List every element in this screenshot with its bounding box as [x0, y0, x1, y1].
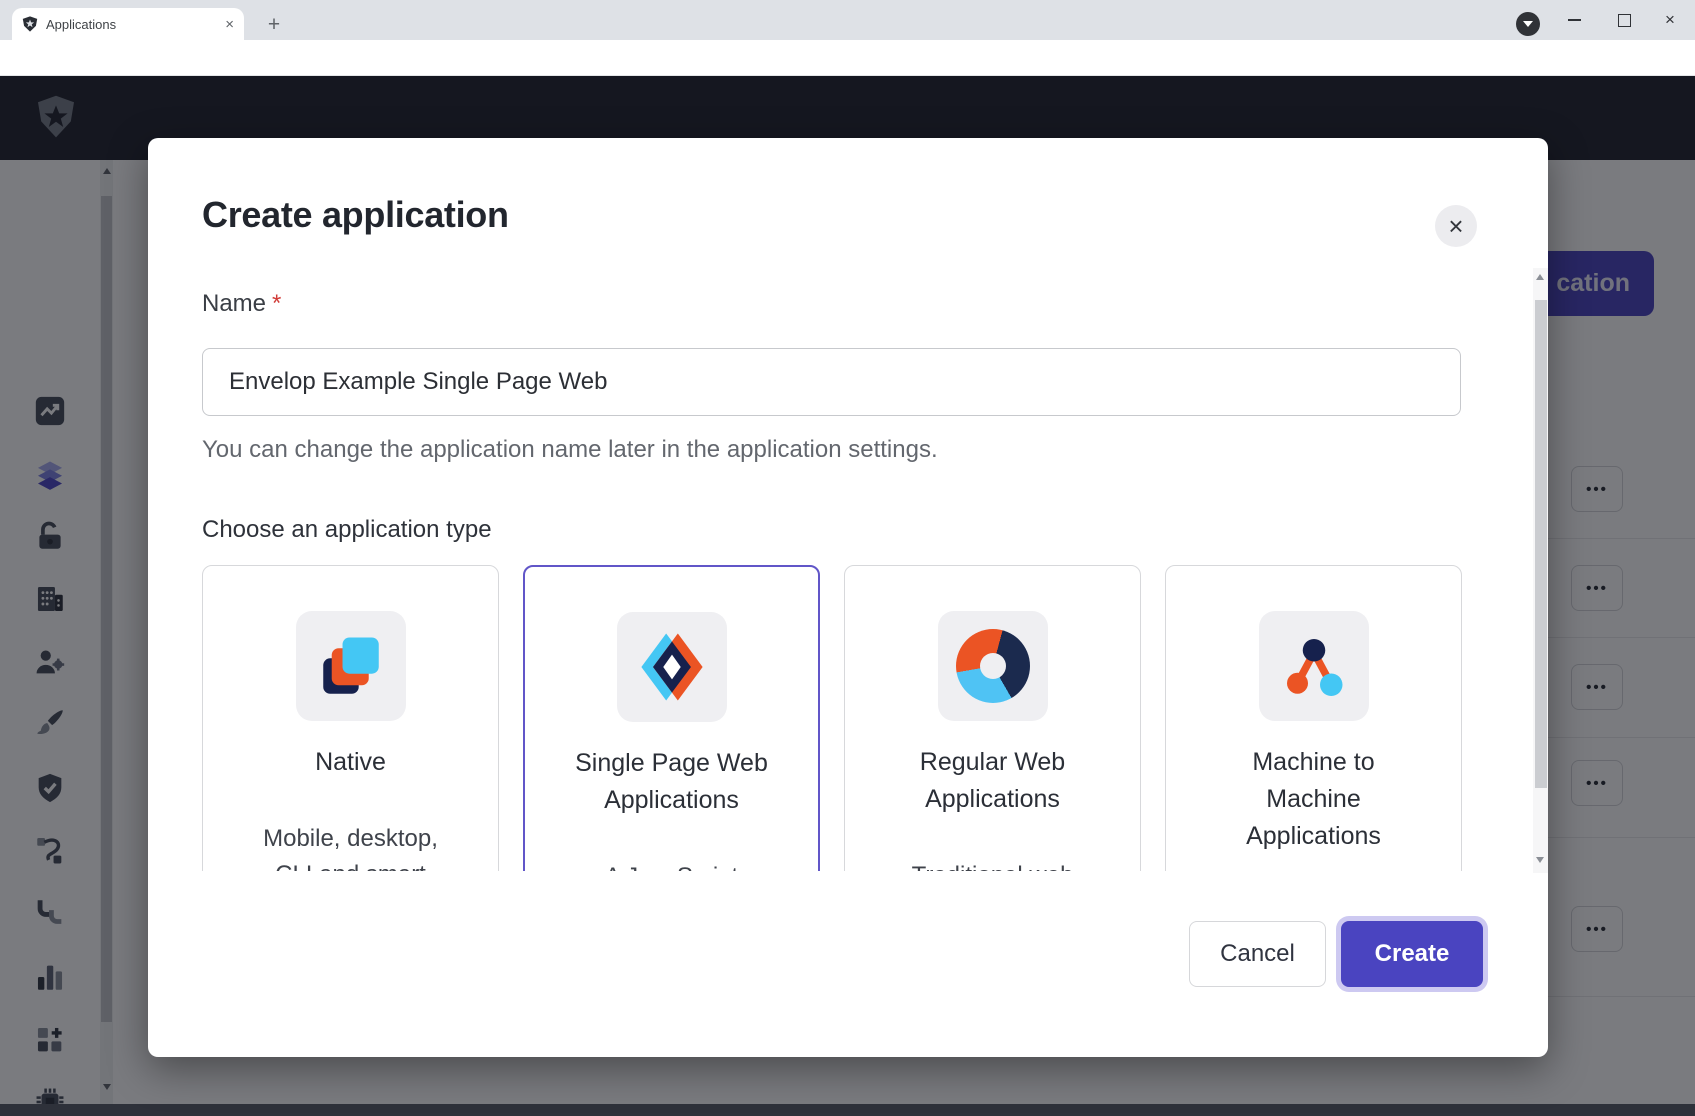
window-close-button[interactable]: × [1652, 6, 1688, 34]
create-application-modal: Create application × Name* You can chang… [148, 138, 1548, 1057]
regular-web-app-icon [938, 611, 1048, 721]
application-type-options: Native Mobile, desktop, CLI and smart Si… [202, 565, 1462, 871]
card-title: Single Page Web Applications [575, 745, 768, 819]
modal-title: Create application [202, 194, 509, 236]
tab-close-icon[interactable]: × [225, 17, 234, 32]
modal-scrollbar-thumb[interactable] [1535, 300, 1547, 788]
name-label: Name* [202, 290, 281, 318]
single-page-app-icon [617, 612, 727, 722]
app-type-card-m2m[interactable]: Machine to Machine Applications [1165, 565, 1462, 871]
native-icon [296, 611, 406, 721]
application-type-heading: Choose an application type [202, 516, 492, 544]
card-title: Machine to Machine Applications [1246, 744, 1381, 855]
required-asterisk: * [272, 290, 281, 317]
create-button[interactable]: Create [1341, 921, 1483, 987]
app-type-card-native[interactable]: Native Mobile, desktop, CLI and smart [202, 565, 499, 871]
chrome-update-icon[interactable] [1516, 12, 1540, 36]
card-title: Native [315, 744, 386, 781]
browser-tab[interactable]: Applications × [12, 8, 244, 40]
modal-scroll-area: Name* You can change the application nam… [148, 268, 1534, 871]
card-title: Regular Web Applications [920, 744, 1065, 818]
card-description: A JavaScript [605, 859, 738, 871]
modal-scroll-up-icon[interactable] [1536, 274, 1544, 280]
window-maximize-button[interactable] [1606, 6, 1642, 34]
app-type-card-regular-web[interactable]: Regular Web Applications Traditional web [844, 565, 1141, 871]
modal-close-button[interactable]: × [1435, 205, 1477, 247]
tab-title: Applications [46, 17, 225, 32]
screen: Applications × + × ← → manage.auth0.com/… [0, 0, 1695, 1116]
cancel-button[interactable]: Cancel [1189, 921, 1326, 987]
machine-to-machine-icon [1259, 611, 1369, 721]
application-name-input[interactable] [202, 348, 1461, 416]
browser-toolbar: ← → manage.auth0.com/dashboard/eu/dream-… [0, 40, 1695, 76]
card-description: Traditional web [912, 858, 1074, 871]
auth0-favicon-icon [22, 16, 38, 32]
app-type-card-spa[interactable]: Single Page Web Applications A JavaScrip… [523, 565, 820, 871]
browser-tab-strip: Applications × + × [0, 0, 1695, 40]
card-description: Mobile, desktop, CLI and smart [263, 821, 438, 871]
name-help-text: You can change the application name late… [202, 436, 938, 464]
window-minimize-button[interactable] [1556, 6, 1592, 34]
modal-scroll-down-icon[interactable] [1536, 857, 1544, 863]
new-tab-button[interactable]: + [262, 13, 286, 37]
close-icon: × [1448, 213, 1463, 239]
